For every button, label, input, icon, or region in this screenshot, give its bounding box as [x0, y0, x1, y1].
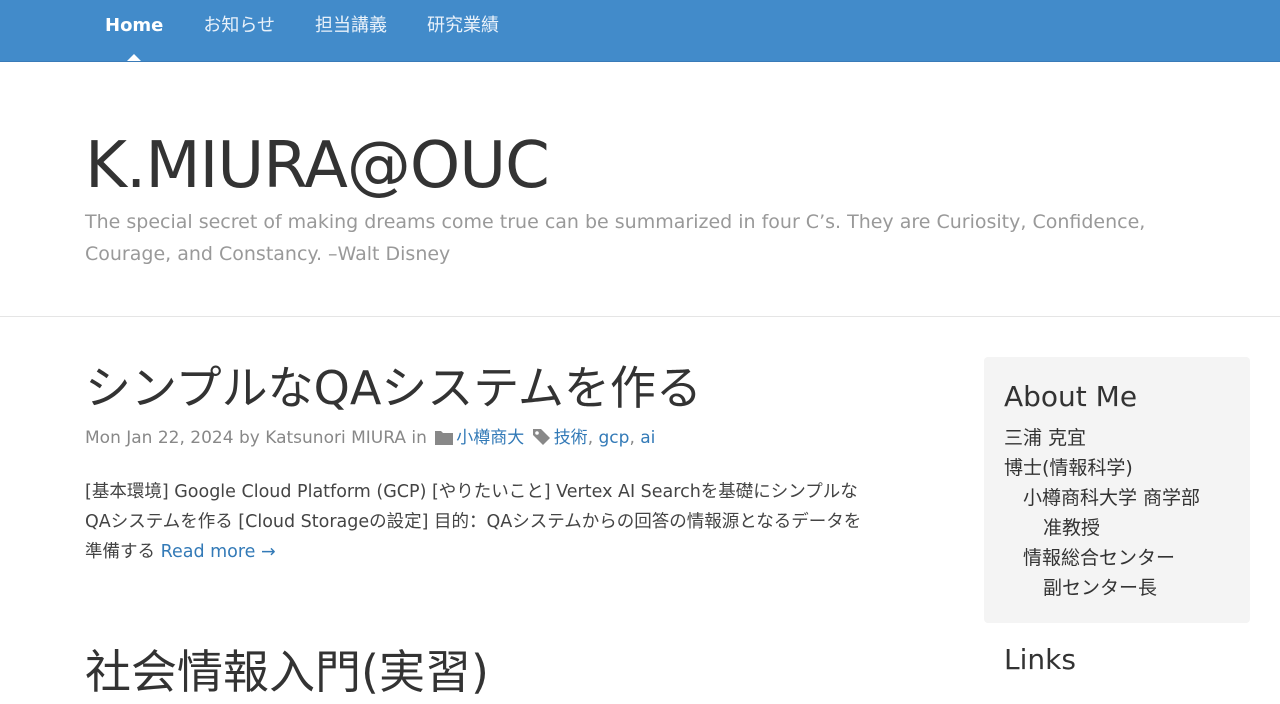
post-excerpt: [基本環境] Google Cloud Platform (GCP) [やりたい…	[85, 477, 865, 567]
about-center-position: 副センター長	[1043, 577, 1158, 599]
post-tag-link[interactable]: ai	[640, 428, 655, 448]
post-tag-link[interactable]: 技術	[554, 428, 588, 448]
site-description: The special secret of making dreams come…	[85, 211, 1146, 265]
about-name: 三浦 克宜	[1004, 427, 1087, 449]
links-title: Links	[1004, 643, 1076, 676]
read-more-link[interactable]: Read more →	[161, 542, 276, 562]
nav-item-label: 研究業績	[427, 15, 500, 36]
post-date: Mon Jan 22, 2024	[85, 428, 234, 448]
about-me-widget: About Me 三浦 克宜 博士(情報科学) 小樽商科大学 商学部 准教授 情…	[984, 357, 1250, 623]
post-category-link[interactable]: 小樽商大	[456, 428, 524, 448]
post-meta: Mon Jan 22, 2024 by Katsunori MIURA in 小…	[85, 424, 655, 455]
nav-item-lectures[interactable]: 担当講義	[295, 0, 407, 61]
site-title[interactable]: K.MIURA@OUC	[85, 126, 550, 206]
nav-item-home[interactable]: Home	[85, 0, 183, 61]
header-divider	[0, 316, 1280, 317]
tag-icon	[532, 427, 552, 455]
active-indicator-caret	[127, 54, 142, 61]
post-in-label: in	[411, 428, 427, 448]
post-tag-link[interactable]: gcp	[599, 428, 630, 448]
nav-menu: Home お知らせ 担当講義 研究業績	[85, 0, 519, 61]
about-center: 情報総合センター	[1023, 547, 1176, 569]
post-title[interactable]: シンプルなQAシステムを作る	[85, 356, 702, 420]
nav-item-news[interactable]: お知らせ	[183, 0, 295, 61]
about-position: 准教授	[1043, 517, 1101, 539]
next-post-title[interactable]: 社会情報入門(実習)	[85, 640, 489, 704]
folder-icon	[434, 427, 454, 455]
nav-item-research[interactable]: 研究業績	[407, 0, 519, 61]
navbar: Home お知らせ 担当講義 研究業績	[0, 0, 1280, 62]
nav-item-label: 担当講義	[315, 15, 388, 36]
about-affiliation: 小樽商科大学 商学部	[1023, 487, 1201, 509]
about-degree: 博士(情報科学)	[1004, 457, 1133, 479]
nav-item-label: お知らせ	[203, 15, 276, 36]
post-by-label: by	[238, 428, 260, 448]
post-author: Katsunori MIURA	[265, 428, 406, 448]
about-me-title: About Me	[1004, 380, 1138, 413]
nav-item-label: Home	[105, 15, 164, 36]
